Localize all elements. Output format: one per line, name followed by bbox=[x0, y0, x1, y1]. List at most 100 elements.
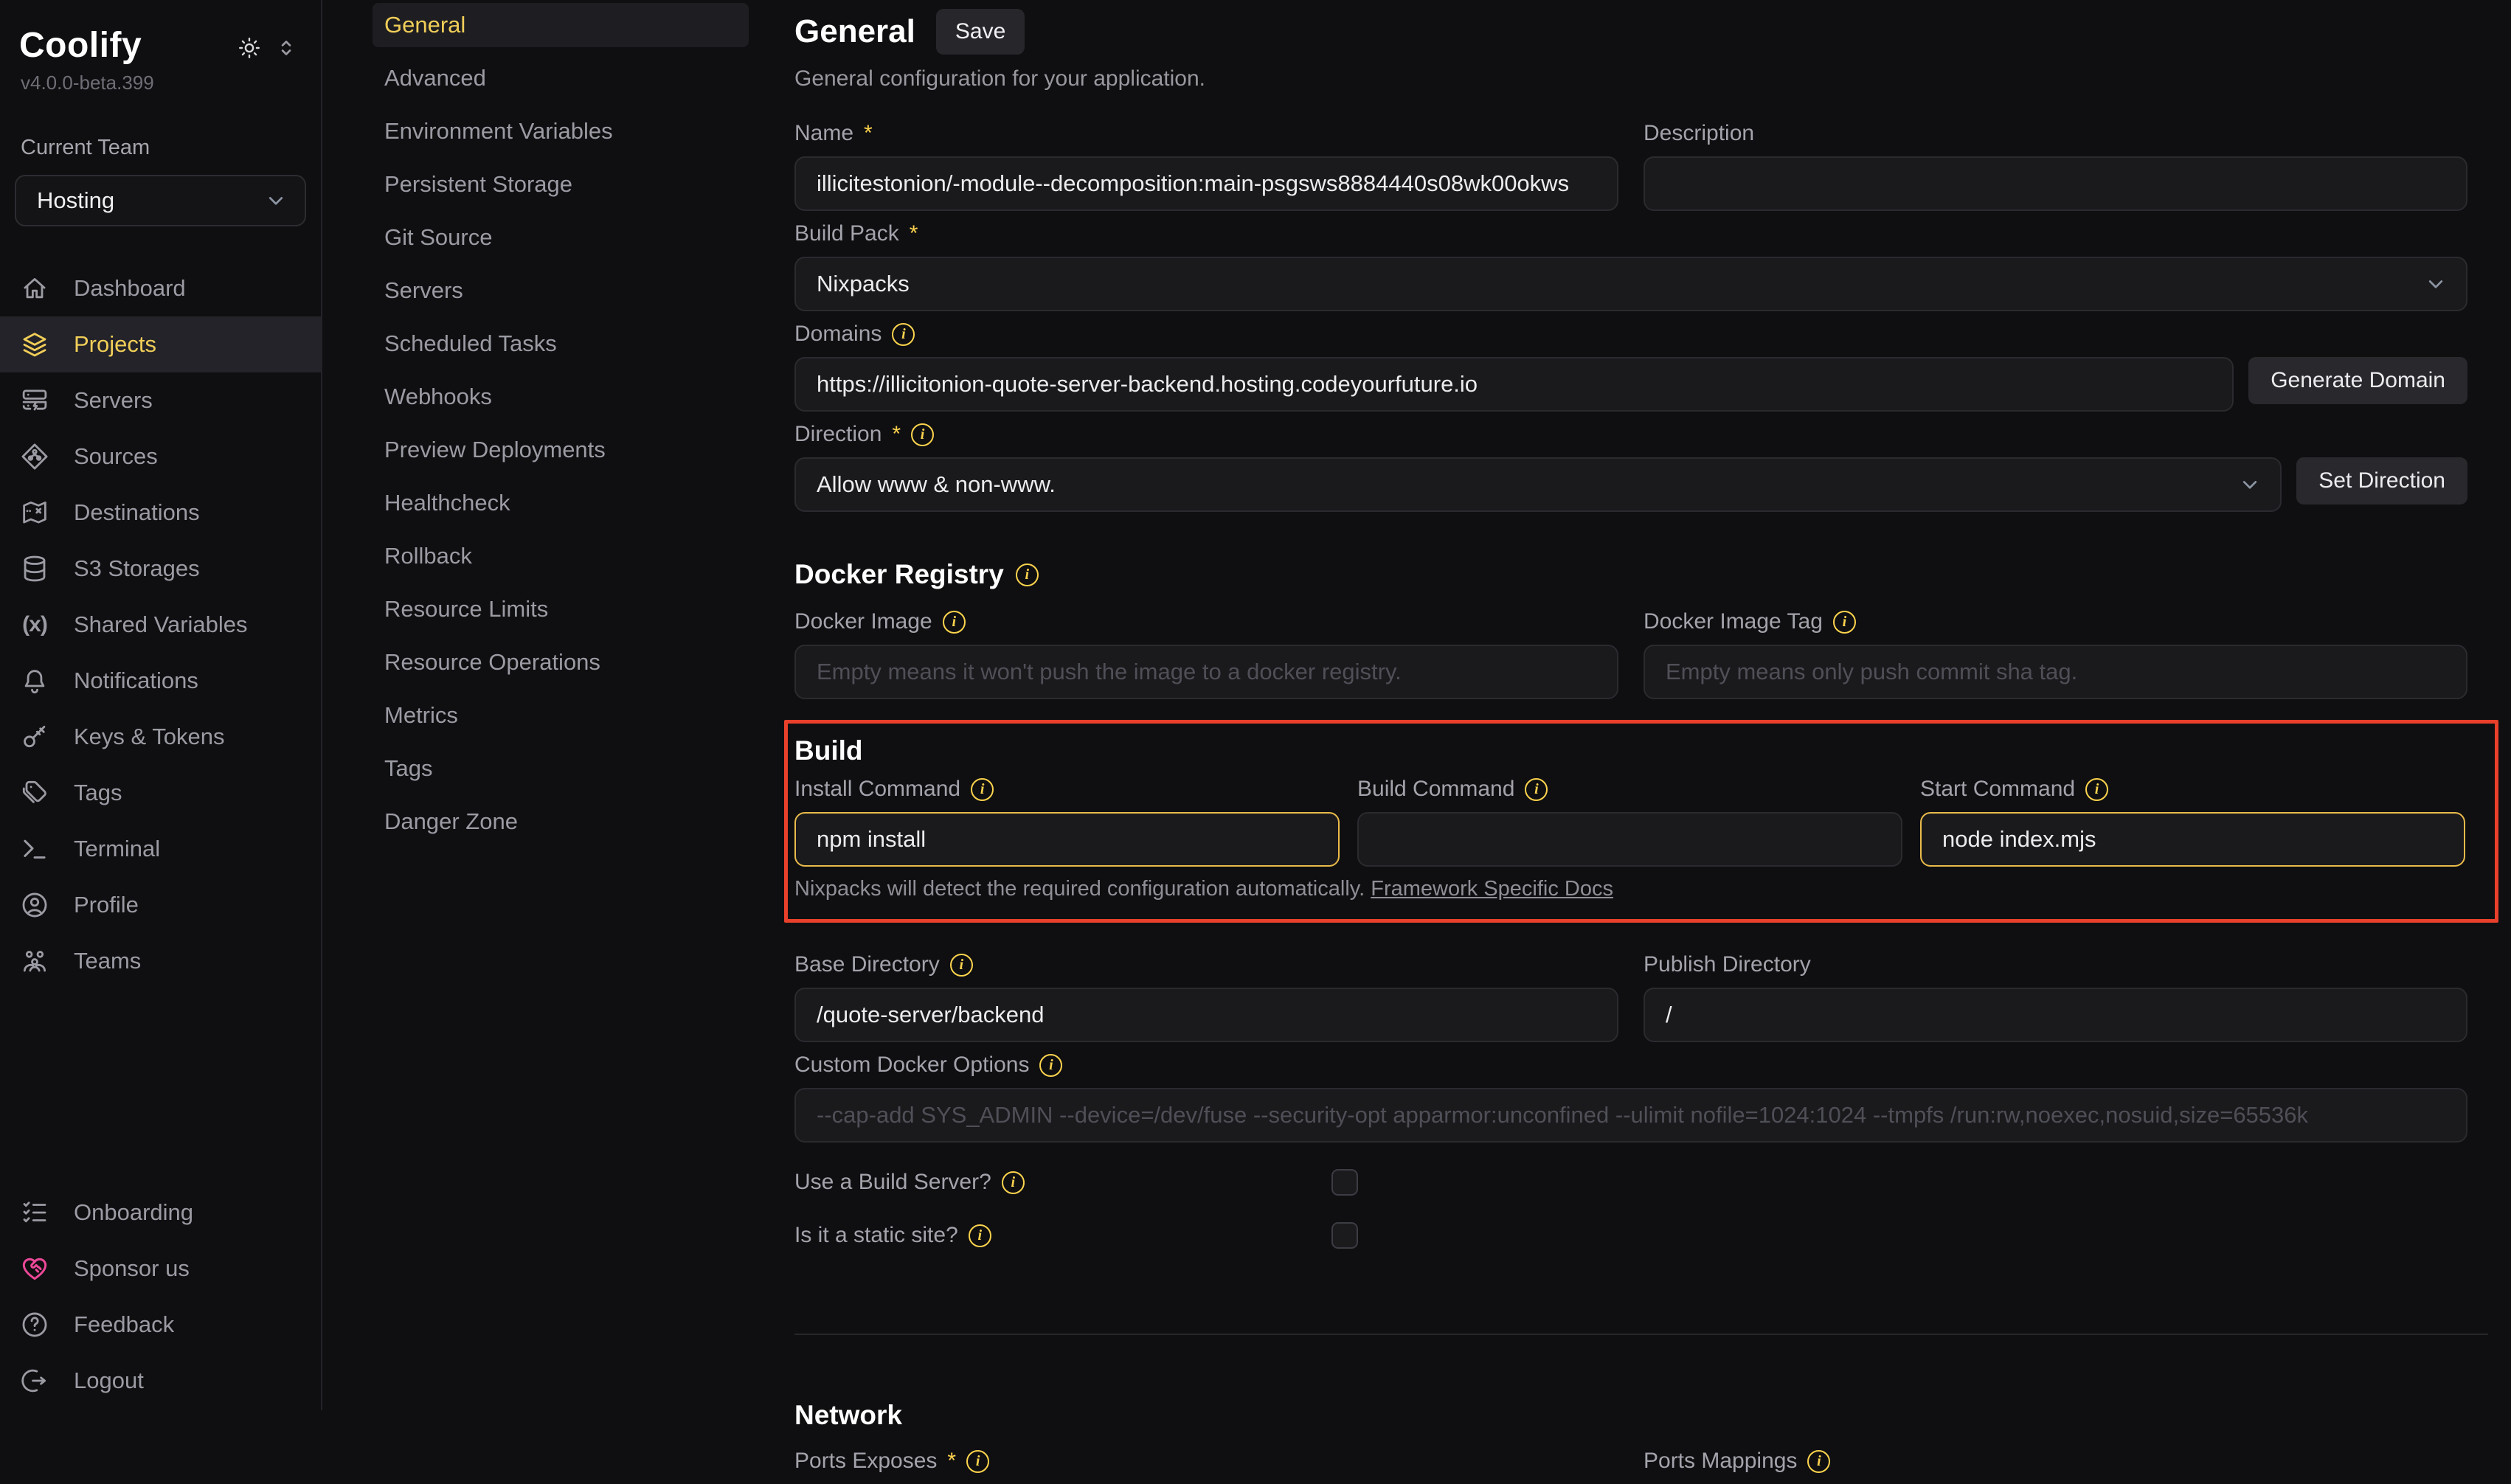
sidebar-item-tags[interactable]: Tags bbox=[0, 765, 321, 821]
menu-item-tags[interactable]: Tags bbox=[373, 746, 749, 791]
menu-item-git-source[interactable]: Git Source bbox=[373, 215, 749, 260]
sidebar-item-notifications[interactable]: Notifications bbox=[0, 653, 321, 709]
info-icon[interactable] bbox=[1525, 778, 1548, 801]
info-icon[interactable] bbox=[892, 323, 915, 346]
sidebar-collapse-icon[interactable] bbox=[274, 35, 299, 60]
name-label: Name bbox=[794, 121, 853, 146]
info-icon[interactable] bbox=[911, 423, 934, 446]
sidebar-item-label: Sponsor us bbox=[74, 1255, 190, 1282]
sidebar-item-logout[interactable]: Logout bbox=[0, 1353, 319, 1409]
build-pack-select[interactable]: Nixpacks bbox=[794, 257, 2467, 311]
chevron-down-icon bbox=[2237, 472, 2262, 497]
publish-directory-label: Publish Directory bbox=[1644, 952, 1811, 977]
build-heading: Build bbox=[794, 735, 862, 766]
sidebar-item-terminal[interactable]: Terminal bbox=[0, 821, 321, 877]
menu-item-healthcheck[interactable]: Healthcheck bbox=[373, 481, 749, 525]
menu-item-scheduled-tasks[interactable]: Scheduled Tasks bbox=[373, 322, 749, 366]
info-icon[interactable] bbox=[1833, 611, 1856, 634]
help-circle-icon bbox=[19, 1309, 50, 1340]
sidebar-item-projects[interactable]: Projects bbox=[0, 316, 321, 372]
section-divider bbox=[794, 1334, 2488, 1335]
sidebar-item-dashboard[interactable]: Dashboard bbox=[0, 260, 321, 316]
sidebar-item-sponsor-us[interactable]: Sponsor us bbox=[0, 1241, 319, 1297]
base-directory-input[interactable] bbox=[794, 988, 1618, 1042]
info-icon[interactable] bbox=[966, 1450, 989, 1473]
publish-directory-input[interactable] bbox=[1644, 988, 2467, 1042]
required-marker bbox=[864, 121, 873, 146]
sidebar-item-profile[interactable]: Profile bbox=[0, 877, 321, 933]
menu-item-resource-operations[interactable]: Resource Operations bbox=[373, 640, 749, 684]
docker-image-input[interactable] bbox=[794, 645, 1618, 699]
info-icon[interactable] bbox=[1002, 1171, 1025, 1194]
generate-domain-button[interactable]: Generate Domain bbox=[2248, 357, 2467, 404]
menu-item-webhooks[interactable]: Webhooks bbox=[373, 375, 749, 419]
docker-image-tag-input[interactable] bbox=[1644, 645, 2467, 699]
description-field-group: Description bbox=[1644, 121, 2467, 211]
build-command-input[interactable] bbox=[1357, 812, 1902, 867]
menu-item-advanced[interactable]: Advanced bbox=[373, 56, 749, 100]
page-subtitle: General configuration for your applicati… bbox=[794, 66, 2467, 91]
install-command-label: Install Command bbox=[794, 777, 960, 802]
build-command-label: Build Command bbox=[1357, 777, 1514, 802]
sidebar-item-servers[interactable]: Servers bbox=[0, 372, 321, 429]
user-circle-icon bbox=[19, 890, 50, 920]
docker-image-tag-field-group: Docker Image Tag bbox=[1644, 609, 2467, 699]
menu-item-environment-variables[interactable]: Environment Variables bbox=[373, 109, 749, 153]
sidebar-item-keys-tokens[interactable]: Keys & Tokens bbox=[0, 709, 321, 765]
sidebar-item-shared-variables[interactable]: (x) Shared Variables bbox=[0, 597, 321, 653]
required-marker bbox=[947, 1449, 956, 1474]
menu-item-rollback[interactable]: Rollback bbox=[373, 534, 749, 578]
server-icon bbox=[19, 385, 50, 416]
main-content: General Save General configuration for y… bbox=[794, 0, 2467, 1484]
menu-item-metrics[interactable]: Metrics bbox=[373, 693, 749, 738]
info-icon[interactable] bbox=[969, 1224, 991, 1247]
info-icon[interactable] bbox=[950, 954, 973, 977]
menu-item-persistent-storage[interactable]: Persistent Storage bbox=[373, 162, 749, 207]
domains-input[interactable] bbox=[794, 357, 2234, 412]
description-input[interactable] bbox=[1644, 156, 2467, 211]
database-icon bbox=[19, 553, 50, 584]
sidebar-item-destinations[interactable]: Destinations bbox=[0, 485, 321, 541]
custom-docker-options-field-group: Custom Docker Options bbox=[794, 1053, 2467, 1143]
static-site-label: Is it a static site? bbox=[794, 1223, 958, 1248]
start-command-label: Start Command bbox=[1920, 777, 2075, 802]
custom-docker-options-input[interactable] bbox=[794, 1088, 2467, 1143]
build-server-checkbox[interactable] bbox=[1331, 1169, 1358, 1196]
menu-item-general[interactable]: General bbox=[373, 3, 749, 47]
install-command-input[interactable] bbox=[794, 812, 1340, 867]
custom-docker-options-label: Custom Docker Options bbox=[794, 1053, 1029, 1078]
set-direction-button[interactable]: Set Direction bbox=[2296, 457, 2467, 505]
docker-image-tag-label: Docker Image Tag bbox=[1644, 609, 1823, 634]
info-icon[interactable] bbox=[1016, 564, 1039, 586]
direction-select[interactable]: Allow www & non-www. bbox=[794, 457, 2282, 512]
page-title: General bbox=[794, 13, 915, 50]
sidebar-item-feedback[interactable]: Feedback bbox=[0, 1297, 319, 1353]
info-icon[interactable] bbox=[2085, 778, 2108, 801]
static-site-checkbox[interactable] bbox=[1331, 1222, 1358, 1249]
menu-item-danger-zone[interactable]: Danger Zone bbox=[373, 800, 749, 844]
framework-docs-link[interactable]: Framework Specific Docs bbox=[1371, 877, 1613, 901]
sidebar-item-sources[interactable]: Sources bbox=[0, 429, 321, 485]
theme-toggle-sun-icon[interactable] bbox=[237, 35, 262, 60]
install-command-field-group: Install Command bbox=[794, 777, 1340, 867]
variables-icon: (x) bbox=[19, 612, 50, 637]
users-icon bbox=[19, 946, 50, 977]
menu-item-preview-deployments[interactable]: Preview Deployments bbox=[373, 428, 749, 472]
sidebar-item-s3-storages[interactable]: S3 Storages bbox=[0, 541, 321, 597]
info-icon[interactable] bbox=[971, 778, 994, 801]
team-select-value: Hosting bbox=[37, 187, 114, 214]
ports-exposes-field-group: Ports Exposes bbox=[794, 1449, 1618, 1474]
menu-item-servers[interactable]: Servers bbox=[373, 268, 749, 313]
sidebar-item-onboarding[interactable]: Onboarding bbox=[0, 1185, 319, 1241]
start-command-input[interactable] bbox=[1920, 812, 2465, 867]
team-select[interactable]: Hosting bbox=[15, 175, 306, 226]
build-pack-value: Nixpacks bbox=[817, 271, 910, 297]
save-button[interactable]: Save bbox=[936, 9, 1025, 55]
info-icon[interactable] bbox=[1807, 1450, 1830, 1473]
info-icon[interactable] bbox=[943, 611, 966, 634]
name-field-group: Name bbox=[794, 121, 1618, 211]
info-icon[interactable] bbox=[1039, 1054, 1062, 1077]
menu-item-resource-limits[interactable]: Resource Limits bbox=[373, 587, 749, 631]
sidebar-item-teams[interactable]: Teams bbox=[0, 933, 321, 989]
name-input[interactable] bbox=[794, 156, 1618, 211]
